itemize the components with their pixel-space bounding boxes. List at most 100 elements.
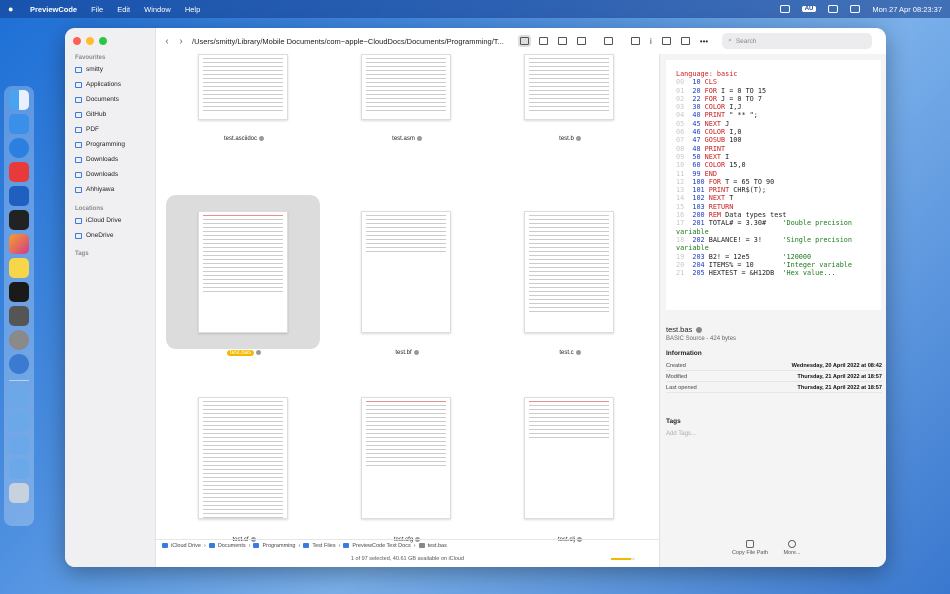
info-label: Modified [666, 374, 688, 380]
control-center-icon[interactable] [850, 5, 861, 13]
file-label-bf[interactable]: test.bf [352, 350, 462, 356]
close-icon[interactable] [73, 37, 81, 45]
sidebar-item-icloud-drive[interactable]: iCloud Drive [75, 217, 121, 224]
path-segment[interactable]: PreviewCode Text Docs [352, 543, 410, 549]
file-label-b[interactable]: test.b [515, 136, 625, 142]
clock[interactable]: Mon 27 Apr 08:23:37 [872, 5, 942, 14]
folder-icon[interactable] [9, 411, 29, 431]
file-label-asm[interactable]: test.asm [352, 136, 462, 142]
preview-pane-icon[interactable] [631, 37, 640, 45]
chevron-right-icon: › [338, 542, 341, 549]
list-view-icon[interactable] [539, 37, 548, 45]
keyword: COLOR [704, 161, 726, 170]
menu-app-name[interactable]: PreviewCode [30, 5, 77, 14]
code-text: BALANCE! = 3! [708, 235, 783, 244]
file-thumbnail-bas[interactable] [198, 211, 288, 333]
wifi-icon[interactable] [828, 5, 839, 13]
file-label-asciidoc[interactable]: test.asciidoc [189, 136, 299, 142]
group-menu-icon[interactable] [604, 37, 613, 45]
sidebar-item-pdf[interactable]: PDF [75, 126, 99, 133]
more-actions-icon[interactable]: ••• [700, 37, 708, 46]
share-icon[interactable] [661, 37, 671, 45]
sidebar-item-programming[interactable]: Programming [75, 141, 125, 148]
back-button[interactable]: ‹ [160, 36, 174, 47]
sidebar-item-downloads-2[interactable]: Downloads [75, 171, 118, 178]
search-field[interactable]: ⌕ Search [722, 33, 873, 49]
battery-icon[interactable] [779, 5, 790, 13]
file-thumbnail-b[interactable] [524, 54, 614, 120]
folder-icon[interactable] [9, 387, 29, 407]
preview-icon[interactable] [9, 354, 29, 374]
sidebar-item-applications[interactable]: Applications [75, 81, 121, 88]
affinity-icon[interactable] [9, 234, 29, 254]
bbedit-icon[interactable] [9, 210, 29, 230]
mail-icon[interactable] [9, 114, 29, 134]
path-segment[interactable]: Test Files [312, 543, 335, 549]
input-source-badge[interactable]: AU [801, 6, 817, 12]
chevron-right-icon: › [203, 542, 206, 549]
file-thumbnail-cf[interactable] [198, 397, 288, 519]
sidebar-item-home[interactable]: smitty [75, 66, 103, 73]
tags-heading: Tags [666, 418, 681, 425]
sidebar-item-onedrive[interactable]: OneDrive [75, 232, 113, 239]
finder-window: Favourites smitty Applications Documents… [65, 28, 886, 567]
file-thumbnail-cfg[interactable] [361, 397, 451, 519]
gallery-view-icon[interactable] [577, 37, 586, 45]
button-label: More... [783, 550, 801, 556]
zoom-icon[interactable] [99, 37, 107, 45]
path-segment[interactable]: Documents [218, 543, 246, 549]
path-segment[interactable]: iCloud Drive [171, 543, 201, 549]
file-thumbnail-c[interactable] [524, 211, 614, 333]
file-label-bas[interactable]: test.bas [189, 350, 299, 357]
file-label-c[interactable]: test.c [515, 350, 625, 356]
dock [4, 86, 34, 526]
file-thumbnail-clj[interactable] [524, 397, 614, 519]
apple-menu-icon[interactable]: ● [8, 4, 18, 14]
icloud-status-icon [413, 350, 419, 355]
line-number: 07 [676, 136, 693, 145]
menu-file[interactable]: File [91, 5, 103, 14]
icloud-status-icon [259, 136, 264, 141]
chevron-right-icon: › [413, 542, 416, 549]
icon-size-slider[interactable] [611, 558, 635, 560]
path-segment[interactable]: test.bas [428, 543, 447, 549]
slider-fill [611, 558, 632, 560]
trash-icon[interactable] [9, 483, 29, 503]
terminal-icon[interactable] [9, 282, 29, 302]
sidebar-item-documents[interactable]: Documents [75, 96, 119, 103]
menu-edit[interactable]: Edit [117, 5, 130, 14]
column-view-icon[interactable] [558, 37, 567, 45]
file-thumbnail-asciidoc[interactable] [198, 54, 288, 120]
file-name: test.asciidoc [223, 136, 257, 143]
icon-view-icon[interactable] [518, 35, 531, 47]
tag-icon[interactable] [680, 37, 690, 45]
document-icon [75, 96, 82, 103]
menu-help[interactable]: Help [185, 5, 200, 14]
safari-icon[interactable] [9, 138, 29, 158]
folder-icon[interactable] [9, 435, 29, 455]
menu-window[interactable]: Window [144, 5, 171, 14]
file-thumbnail-bf[interactable] [361, 211, 451, 333]
info-icon[interactable]: i [650, 37, 652, 46]
minimize-icon[interactable] [86, 37, 94, 45]
tags-input[interactable]: Add Tags... [666, 431, 696, 437]
file-thumbnail-asm[interactable] [361, 54, 451, 120]
sidebar-item-github[interactable]: GitHub [75, 111, 106, 118]
system-settings-icon[interactable] [9, 330, 29, 350]
path-segment[interactable]: Programming [262, 543, 295, 549]
icloud-status-icon [696, 326, 703, 333]
vivaldi-icon[interactable] [9, 162, 29, 182]
finder-icon[interactable] [9, 90, 29, 110]
calculator-icon[interactable] [9, 306, 29, 326]
line-number: 12 [676, 177, 693, 186]
sidebar-item-ahhiyawa[interactable]: Ahhiyawa [75, 186, 114, 193]
sidebar-item-downloads[interactable]: Downloads [75, 156, 118, 163]
notes-icon[interactable] [9, 258, 29, 278]
more-button[interactable]: More... [772, 540, 812, 556]
copy-file-path-button[interactable]: Copy File Path [730, 540, 770, 556]
xcode-icon[interactable] [9, 186, 29, 206]
folder-icon[interactable] [9, 459, 29, 479]
basic-line-number: 100 [692, 177, 709, 186]
forward-button[interactable]: › [174, 36, 188, 47]
line-number: 09 [676, 152, 693, 161]
